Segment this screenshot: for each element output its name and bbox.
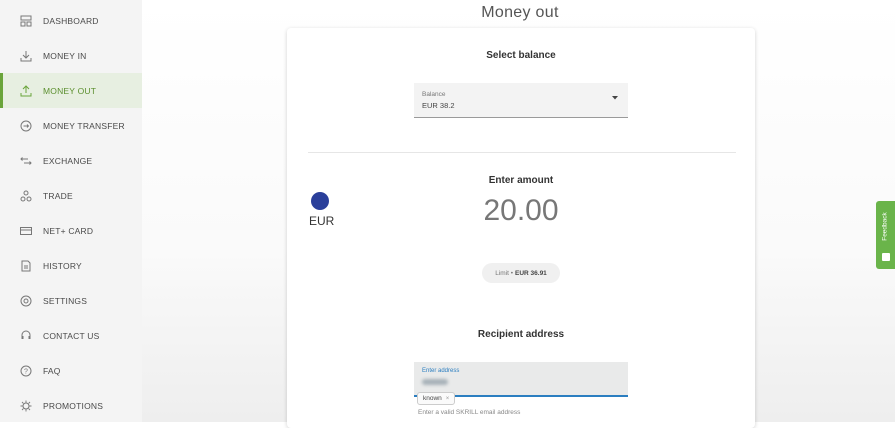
balance-value: EUR 38.2 <box>422 101 455 110</box>
feedback-label: Feedback <box>881 212 889 241</box>
sidebar-item-money-transfer[interactable]: MONEY TRANSFER <box>0 108 142 143</box>
sidebar-item-money-in[interactable]: MONEY IN <box>0 38 142 73</box>
sidebar-item-label: NET+ CARD <box>43 225 94 236</box>
card-icon <box>19 224 33 238</box>
section-divider <box>308 152 736 153</box>
sidebar-item-label: FAQ <box>43 365 61 376</box>
faq-icon: ? <box>19 364 33 378</box>
close-icon[interactable]: × <box>446 396 450 402</box>
balance-select[interactable]: Balance EUR 38.2 <box>414 83 628 118</box>
promotions-icon <box>19 399 33 413</box>
sidebar-item-net-card[interactable]: NET+ CARD <box>0 213 142 248</box>
money-in-icon <box>19 49 33 63</box>
contact-icon <box>19 329 33 343</box>
sidebar-item-settings[interactable]: SETTINGS <box>0 283 142 318</box>
sidebar-item-promotions[interactable]: PROMOTIONS <box>0 388 142 423</box>
sidebar-item-label: TRADE <box>43 190 73 201</box>
limit-value: EUR 36.91 <box>515 269 547 277</box>
feedback-icon <box>882 253 890 261</box>
select-balance-heading: Select balance <box>486 50 556 61</box>
sidebar-item-label: SETTINGS <box>43 295 88 306</box>
redacted-address-text <box>422 379 448 385</box>
money-out-card: Select balance Balance EUR 38.2 Enter am… <box>287 28 755 428</box>
history-icon <box>19 259 33 273</box>
amount-input[interactable]: 20.00 <box>287 194 755 228</box>
sidebar-item-trade[interactable]: TRADE <box>0 178 142 213</box>
enter-amount-heading: Enter amount <box>488 175 554 186</box>
sidebar-item-contact-us[interactable]: CONTACT US <box>0 318 142 353</box>
limit-label: Limit • <box>495 269 513 277</box>
address-caption: Enter address <box>422 368 460 374</box>
feedback-tab[interactable]: Feedback <box>876 201 895 269</box>
trade-icon <box>19 189 33 203</box>
known-tag: known × <box>417 392 456 405</box>
sidebar-item-label: MONEY IN <box>43 50 87 61</box>
money-transfer-icon <box>19 119 33 133</box>
svg-text:?: ? <box>24 368 28 375</box>
tag-label: known <box>423 395 442 402</box>
sidebar-item-label: HISTORY <box>43 260 82 271</box>
balance-caption: Balance <box>422 91 446 98</box>
sidebar-item-label: EXCHANGE <box>43 155 93 166</box>
sidebar-item-history[interactable]: HISTORY <box>0 248 142 283</box>
exchange-icon <box>19 154 33 168</box>
sidebar-item-label: PROMOTIONS <box>43 400 104 411</box>
sidebar-nav: DASHBOARD MONEY IN MONEY OUT MONEY TRANS… <box>0 0 142 422</box>
sidebar-item-exchange[interactable]: EXCHANGE <box>0 143 142 178</box>
caret-down-icon <box>611 95 619 101</box>
recipient-address-heading: Recipient address <box>477 329 565 340</box>
sidebar-item-label: MONEY TRANSFER <box>43 120 125 131</box>
sidebar-item-label: MONEY OUT <box>43 85 97 96</box>
settings-icon <box>19 294 33 308</box>
money-out-icon <box>19 84 33 98</box>
limit-badge: Limit • EUR 36.91 <box>482 263 560 283</box>
sidebar-item-money-out[interactable]: MONEY OUT <box>0 73 142 108</box>
address-helper-text: Enter a valid SKRILL email address <box>418 409 521 416</box>
page-title: Money out <box>481 4 559 21</box>
sidebar-item-faq[interactable]: ? FAQ <box>0 353 142 388</box>
sidebar-item-label: CONTACT US <box>43 330 100 341</box>
